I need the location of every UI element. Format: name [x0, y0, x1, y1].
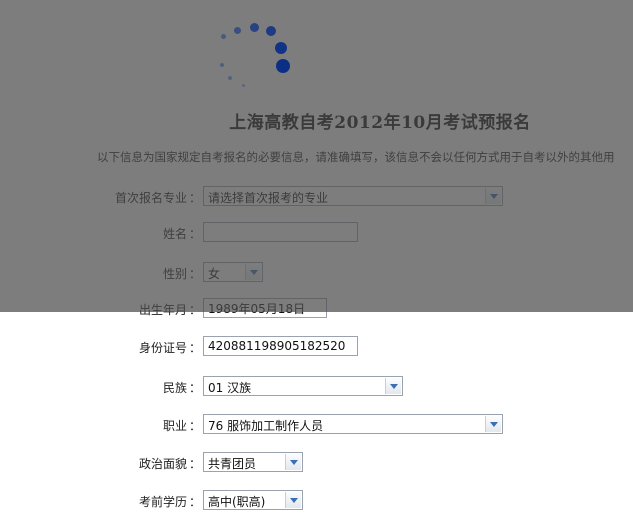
- occupation-label: 职业：: [162, 419, 201, 433]
- spinner-dot: [242, 84, 245, 87]
- ethnicity-row: 民族： 01 汉族: [0, 376, 633, 400]
- occupation-row: 职业： 76 服饰加工制作人员: [0, 414, 633, 438]
- occupation-select-value: 76 服饰加工制作人员: [208, 419, 324, 433]
- spinner-dot: [275, 42, 287, 54]
- gender-label: 性别：: [162, 267, 201, 281]
- loading-spinner-icon: [210, 18, 300, 88]
- id-number-label: 身份证号：: [138, 341, 201, 355]
- spinner-dot: [220, 63, 224, 67]
- spinner-dot: [228, 76, 232, 80]
- registration-page: 上海高教自考2012年10月考试预报名 以下信息为国家规定自考报名的必要信息，请…: [0, 0, 633, 513]
- name-input[interactable]: [203, 222, 358, 242]
- chevron-down-icon[interactable]: [245, 264, 261, 280]
- chevron-down-icon[interactable]: [285, 454, 301, 470]
- political-status-label: 政治面貌：: [138, 457, 201, 471]
- birth-label: 出生年月：: [138, 303, 201, 317]
- id-number-input[interactable]: [203, 336, 358, 356]
- occupation-select[interactable]: 76 服饰加工制作人员: [203, 414, 503, 434]
- ethnicity-label: 民族：: [162, 381, 201, 395]
- chevron-down-icon[interactable]: [285, 492, 301, 508]
- political-status-select[interactable]: 共青团员: [203, 452, 303, 472]
- major-select[interactable]: 请选择首次报考的专业: [203, 186, 503, 206]
- name-row: 姓名：: [0, 222, 633, 246]
- chevron-down-icon[interactable]: [485, 416, 501, 432]
- spinner-dot: [250, 23, 259, 32]
- education-label: 考前学历：: [138, 495, 201, 509]
- major-label: 首次报名专业：: [114, 191, 201, 205]
- notice-text: 以下信息为国家规定自考报名的必要信息，请准确填写，该信息不会以任何方式用于自考以…: [97, 150, 615, 164]
- ethnicity-select-value: 01 汉族: [208, 381, 252, 395]
- gender-select-value: 女: [208, 267, 221, 281]
- chevron-down-icon[interactable]: [385, 378, 401, 394]
- education-row: 考前学历： 高中(职高): [0, 490, 633, 514]
- education-select-value: 高中(职高): [208, 495, 266, 509]
- major-row: 首次报名专业： 请选择首次报考的专业: [0, 186, 633, 210]
- political-status-row: 政治面貌： 共青团员: [0, 452, 633, 476]
- birth-input[interactable]: [203, 298, 327, 318]
- page-title: 上海高教自考2012年10月考试预报名: [229, 113, 531, 133]
- ethnicity-select[interactable]: 01 汉族: [203, 376, 403, 396]
- spinner-dot: [221, 34, 226, 39]
- spinner-dot: [276, 59, 290, 73]
- chevron-down-icon[interactable]: [485, 188, 501, 204]
- major-select-value: 请选择首次报考的专业: [208, 191, 329, 205]
- gender-select[interactable]: 女: [203, 262, 263, 282]
- political-status-select-value: 共青团员: [208, 457, 257, 471]
- gender-row: 性别： 女: [0, 262, 633, 286]
- birth-row: 出生年月：: [0, 298, 633, 322]
- name-label: 姓名：: [162, 227, 201, 241]
- education-select[interactable]: 高中(职高): [203, 490, 303, 510]
- spinner-dot: [234, 27, 241, 34]
- id-number-row: 身份证号：: [0, 336, 633, 360]
- spinner-dot: [266, 26, 276, 36]
